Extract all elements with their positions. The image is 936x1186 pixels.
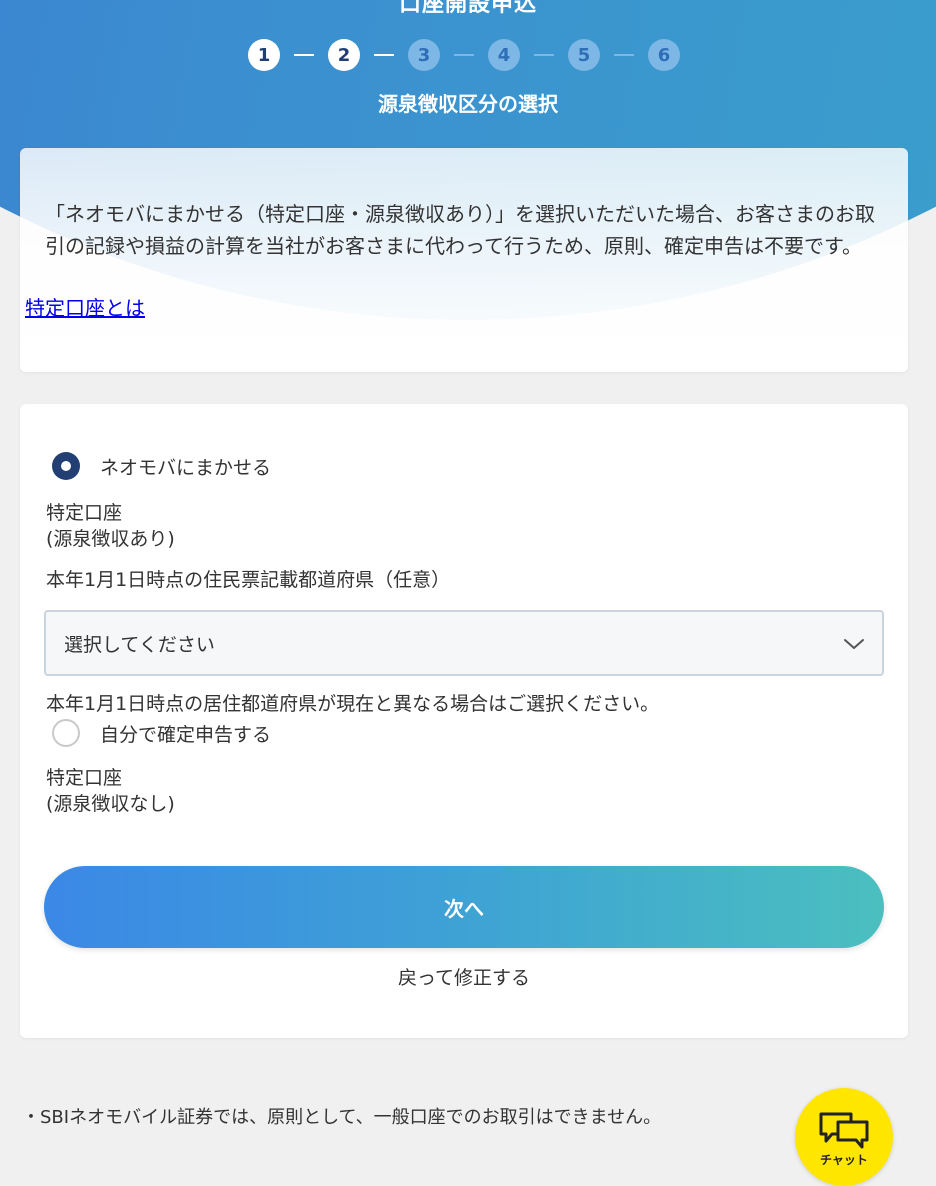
option-neomoba-account-type: 特定口座	[46, 502, 123, 524]
info-text: 「ネオモバにまかせる（特定口座・源泉徴収あり）」を選択いただいた場合、お客さまの…	[45, 202, 875, 258]
option-neomoba-radio[interactable]: ネオモバにまかせる	[52, 450, 271, 482]
step-connector	[534, 54, 554, 56]
next-button[interactable]: 次へ	[44, 866, 884, 948]
radio-selected-icon[interactable]	[52, 452, 80, 480]
page-title: 口座開設申込	[398, 0, 537, 17]
prefecture-select[interactable]: 選択してください	[44, 610, 884, 676]
option-self-filing-account-type: 特定口座	[46, 767, 123, 789]
step-connector	[614, 54, 634, 56]
step-4: 4	[488, 39, 520, 71]
step-connector	[454, 54, 474, 56]
step-6: 6	[648, 39, 680, 71]
option-neomoba-withholding: (源泉徴収あり)	[46, 528, 175, 550]
info-card: 「ネオモバにまかせる（特定口座・源泉徴収あり）」を選択いただいた場合、お客さまの…	[20, 148, 908, 372]
progress-stepper: 1 2 3 4 5 6	[248, 39, 680, 71]
step-1: 1	[248, 39, 280, 71]
prefecture-select-value: 選択してください	[64, 634, 215, 656]
option-self-filing-withholding: (源泉徴収なし)	[46, 793, 175, 815]
step-connector	[374, 54, 394, 56]
form-card: ネオモバにまかせる 特定口座 (源泉徴収あり) 本年1月1日時点の住民票記載都道…	[20, 404, 908, 1038]
step-connector	[294, 54, 314, 56]
chevron-down-icon	[844, 639, 864, 649]
chat-bubbles-icon	[819, 1112, 869, 1149]
option-self-filing-label: 自分で確定申告する	[100, 723, 272, 746]
step-3: 3	[408, 39, 440, 71]
info-link-wrap: 特定口座とは	[25, 292, 145, 321]
step-heading: 源泉徴収区分の選択	[378, 92, 558, 116]
option-self-filing-radio[interactable]: 自分で確定申告する	[52, 717, 271, 749]
chat-label: チャット	[820, 1153, 868, 1167]
step-2: 2	[328, 39, 360, 71]
prefecture-label: 本年1月1日時点の住民票記載都道府県（任意）	[46, 569, 451, 591]
chat-button[interactable]: チャット	[795, 1088, 893, 1186]
option-neomoba-label: ネオモバにまかせる	[100, 456, 272, 479]
back-edit-link[interactable]: 戻って修正する	[20, 963, 908, 990]
specific-account-link[interactable]: 特定口座とは	[25, 296, 145, 320]
radio-unselected-icon[interactable]	[52, 719, 80, 747]
footer-note: ・SBIネオモバイル証券では、原則として、一般口座でのお取引はできません。	[22, 1107, 662, 1128]
step-5: 5	[568, 39, 600, 71]
prefecture-note: 本年1月1日時点の居住都道府県が現在と異なる場合はご選択ください。	[46, 693, 660, 715]
